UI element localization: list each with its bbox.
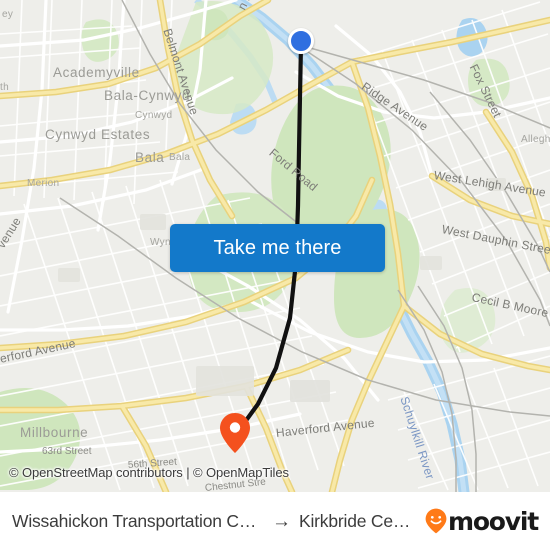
trip-summary-bar: Wissahickon Transportation Cent… → Kirkb…	[0, 492, 550, 550]
moovit-map-screen: ey th Academyville Bala-Cynwyd Cynwyd Cy…	[0, 0, 550, 550]
map-pin-icon	[220, 413, 250, 453]
take-me-there-button[interactable]: Take me there	[170, 224, 385, 272]
arrow-right-icon: →	[272, 510, 292, 532]
destination-pin-marker[interactable]	[219, 412, 251, 454]
moovit-wordmark: moovit	[447, 506, 539, 536]
trip-origin-label: Wissahickon Transportation Cent…	[12, 510, 265, 531]
trip-destination-label: Kirkbride Cent…	[299, 510, 417, 531]
moovit-logo[interactable]: moovit	[425, 506, 539, 536]
origin-dot-marker[interactable]	[288, 28, 314, 54]
map-canvas[interactable]: ey th Academyville Bala-Cynwyd Cynwyd Cy…	[0, 0, 550, 492]
map-attribution: © OpenStreetMap contributors | © OpenMap…	[9, 465, 289, 480]
moovit-pin-icon	[425, 508, 447, 534]
